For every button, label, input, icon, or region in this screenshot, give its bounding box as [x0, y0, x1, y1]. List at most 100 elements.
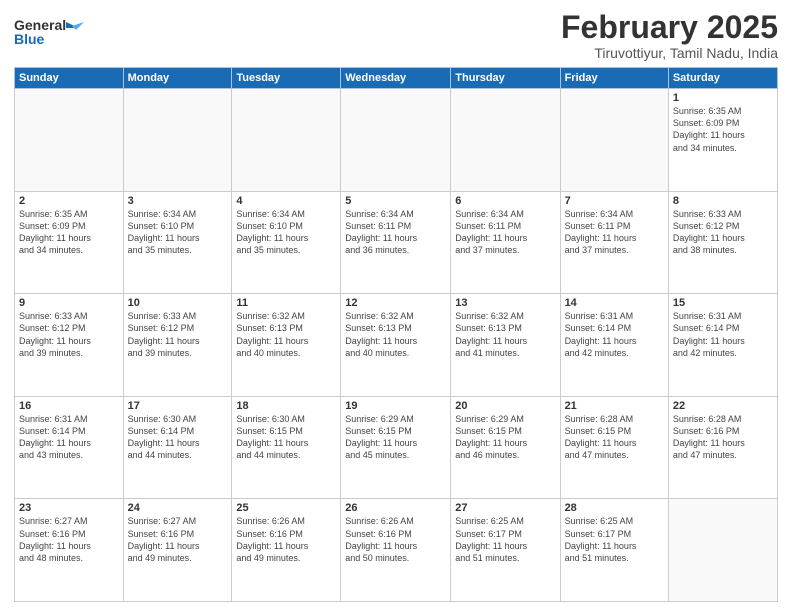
day-info: Sunrise: 6:33 AM Sunset: 6:12 PM Dayligh…: [673, 208, 773, 257]
calendar-cell: 5Sunrise: 6:34 AM Sunset: 6:11 PM Daylig…: [341, 191, 451, 294]
day-info: Sunrise: 6:34 AM Sunset: 6:11 PM Dayligh…: [565, 208, 664, 257]
calendar-cell: 27Sunrise: 6:25 AM Sunset: 6:17 PM Dayli…: [451, 499, 560, 602]
header: General Blue February 2025 Tiruvottiyur,…: [14, 10, 778, 61]
day-number: 3: [128, 195, 228, 207]
day-number: 14: [565, 297, 664, 309]
calendar-cell: [123, 89, 232, 192]
calendar-cell: 2Sunrise: 6:35 AM Sunset: 6:09 PM Daylig…: [15, 191, 124, 294]
day-info: Sunrise: 6:27 AM Sunset: 6:16 PM Dayligh…: [128, 515, 228, 564]
calendar-cell: 18Sunrise: 6:30 AM Sunset: 6:15 PM Dayli…: [232, 396, 341, 499]
calendar-week-3: 9Sunrise: 6:33 AM Sunset: 6:12 PM Daylig…: [15, 294, 778, 397]
logo: General Blue: [14, 14, 104, 50]
calendar-week-5: 23Sunrise: 6:27 AM Sunset: 6:16 PM Dayli…: [15, 499, 778, 602]
calendar-cell: 3Sunrise: 6:34 AM Sunset: 6:10 PM Daylig…: [123, 191, 232, 294]
calendar-cell: 1Sunrise: 6:35 AM Sunset: 6:09 PM Daylig…: [668, 89, 777, 192]
day-info: Sunrise: 6:32 AM Sunset: 6:13 PM Dayligh…: [345, 310, 446, 359]
day-info: Sunrise: 6:34 AM Sunset: 6:11 PM Dayligh…: [345, 208, 446, 257]
day-info: Sunrise: 6:26 AM Sunset: 6:16 PM Dayligh…: [236, 515, 336, 564]
day-info: Sunrise: 6:31 AM Sunset: 6:14 PM Dayligh…: [565, 310, 664, 359]
subtitle: Tiruvottiyur, Tamil Nadu, India: [561, 45, 778, 61]
calendar-cell: 13Sunrise: 6:32 AM Sunset: 6:13 PM Dayli…: [451, 294, 560, 397]
calendar-cell: 12Sunrise: 6:32 AM Sunset: 6:13 PM Dayli…: [341, 294, 451, 397]
day-number: 28: [565, 502, 664, 514]
calendar-cell: 8Sunrise: 6:33 AM Sunset: 6:12 PM Daylig…: [668, 191, 777, 294]
calendar-cell: 22Sunrise: 6:28 AM Sunset: 6:16 PM Dayli…: [668, 396, 777, 499]
weekday-header-saturday: Saturday: [668, 68, 777, 89]
day-number: 23: [19, 502, 119, 514]
calendar-cell: 26Sunrise: 6:26 AM Sunset: 6:16 PM Dayli…: [341, 499, 451, 602]
day-number: 17: [128, 400, 228, 412]
calendar-cell: 16Sunrise: 6:31 AM Sunset: 6:14 PM Dayli…: [15, 396, 124, 499]
calendar-table: SundayMondayTuesdayWednesdayThursdayFrid…: [14, 67, 778, 602]
day-info: Sunrise: 6:29 AM Sunset: 6:15 PM Dayligh…: [345, 413, 446, 462]
day-number: 1: [673, 92, 773, 104]
day-number: 12: [345, 297, 446, 309]
day-number: 24: [128, 502, 228, 514]
main-title: February 2025: [561, 10, 778, 45]
day-number: 4: [236, 195, 336, 207]
calendar-cell: 14Sunrise: 6:31 AM Sunset: 6:14 PM Dayli…: [560, 294, 668, 397]
calendar-cell: 23Sunrise: 6:27 AM Sunset: 6:16 PM Dayli…: [15, 499, 124, 602]
day-number: 10: [128, 297, 228, 309]
day-number: 9: [19, 297, 119, 309]
day-number: 21: [565, 400, 664, 412]
day-number: 26: [345, 502, 446, 514]
weekday-header-thursday: Thursday: [451, 68, 560, 89]
day-info: Sunrise: 6:32 AM Sunset: 6:13 PM Dayligh…: [236, 310, 336, 359]
weekday-header-tuesday: Tuesday: [232, 68, 341, 89]
day-info: Sunrise: 6:35 AM Sunset: 6:09 PM Dayligh…: [19, 208, 119, 257]
calendar-cell: 7Sunrise: 6:34 AM Sunset: 6:11 PM Daylig…: [560, 191, 668, 294]
day-number: 27: [455, 502, 555, 514]
weekday-header-wednesday: Wednesday: [341, 68, 451, 89]
day-info: Sunrise: 6:31 AM Sunset: 6:14 PM Dayligh…: [673, 310, 773, 359]
day-info: Sunrise: 6:25 AM Sunset: 6:17 PM Dayligh…: [455, 515, 555, 564]
calendar-cell: 9Sunrise: 6:33 AM Sunset: 6:12 PM Daylig…: [15, 294, 124, 397]
calendar-cell: [560, 89, 668, 192]
day-info: Sunrise: 6:28 AM Sunset: 6:16 PM Dayligh…: [673, 413, 773, 462]
calendar-week-1: 1Sunrise: 6:35 AM Sunset: 6:09 PM Daylig…: [15, 89, 778, 192]
day-number: 18: [236, 400, 336, 412]
logo-svg: General Blue: [14, 14, 104, 50]
day-info: Sunrise: 6:32 AM Sunset: 6:13 PM Dayligh…: [455, 310, 555, 359]
weekday-header-monday: Monday: [123, 68, 232, 89]
day-info: Sunrise: 6:28 AM Sunset: 6:15 PM Dayligh…: [565, 413, 664, 462]
calendar-cell: 19Sunrise: 6:29 AM Sunset: 6:15 PM Dayli…: [341, 396, 451, 499]
calendar-cell: [668, 499, 777, 602]
day-info: Sunrise: 6:34 AM Sunset: 6:10 PM Dayligh…: [236, 208, 336, 257]
weekday-header-sunday: Sunday: [15, 68, 124, 89]
day-info: Sunrise: 6:27 AM Sunset: 6:16 PM Dayligh…: [19, 515, 119, 564]
day-info: Sunrise: 6:26 AM Sunset: 6:16 PM Dayligh…: [345, 515, 446, 564]
calendar-week-4: 16Sunrise: 6:31 AM Sunset: 6:14 PM Dayli…: [15, 396, 778, 499]
day-info: Sunrise: 6:34 AM Sunset: 6:11 PM Dayligh…: [455, 208, 555, 257]
day-info: Sunrise: 6:33 AM Sunset: 6:12 PM Dayligh…: [19, 310, 119, 359]
svg-text:Blue: Blue: [14, 31, 45, 47]
calendar-cell: 10Sunrise: 6:33 AM Sunset: 6:12 PM Dayli…: [123, 294, 232, 397]
calendar-cell: 6Sunrise: 6:34 AM Sunset: 6:11 PM Daylig…: [451, 191, 560, 294]
day-number: 11: [236, 297, 336, 309]
day-number: 8: [673, 195, 773, 207]
day-info: Sunrise: 6:30 AM Sunset: 6:15 PM Dayligh…: [236, 413, 336, 462]
calendar-cell: 17Sunrise: 6:30 AM Sunset: 6:14 PM Dayli…: [123, 396, 232, 499]
calendar-cell: 20Sunrise: 6:29 AM Sunset: 6:15 PM Dayli…: [451, 396, 560, 499]
calendar-cell: [451, 89, 560, 192]
title-block: February 2025 Tiruvottiyur, Tamil Nadu, …: [561, 10, 778, 61]
calendar-cell: 21Sunrise: 6:28 AM Sunset: 6:15 PM Dayli…: [560, 396, 668, 499]
day-info: Sunrise: 6:31 AM Sunset: 6:14 PM Dayligh…: [19, 413, 119, 462]
calendar-cell: [341, 89, 451, 192]
calendar-cell: 4Sunrise: 6:34 AM Sunset: 6:10 PM Daylig…: [232, 191, 341, 294]
calendar-cell: 28Sunrise: 6:25 AM Sunset: 6:17 PM Dayli…: [560, 499, 668, 602]
day-number: 2: [19, 195, 119, 207]
calendar-cell: 11Sunrise: 6:32 AM Sunset: 6:13 PM Dayli…: [232, 294, 341, 397]
day-info: Sunrise: 6:29 AM Sunset: 6:15 PM Dayligh…: [455, 413, 555, 462]
calendar-cell: 25Sunrise: 6:26 AM Sunset: 6:16 PM Dayli…: [232, 499, 341, 602]
day-number: 15: [673, 297, 773, 309]
weekday-header-friday: Friday: [560, 68, 668, 89]
calendar-week-2: 2Sunrise: 6:35 AM Sunset: 6:09 PM Daylig…: [15, 191, 778, 294]
day-number: 16: [19, 400, 119, 412]
day-number: 19: [345, 400, 446, 412]
day-number: 5: [345, 195, 446, 207]
day-info: Sunrise: 6:33 AM Sunset: 6:12 PM Dayligh…: [128, 310, 228, 359]
day-info: Sunrise: 6:25 AM Sunset: 6:17 PM Dayligh…: [565, 515, 664, 564]
day-info: Sunrise: 6:35 AM Sunset: 6:09 PM Dayligh…: [673, 105, 773, 154]
calendar-cell: [15, 89, 124, 192]
